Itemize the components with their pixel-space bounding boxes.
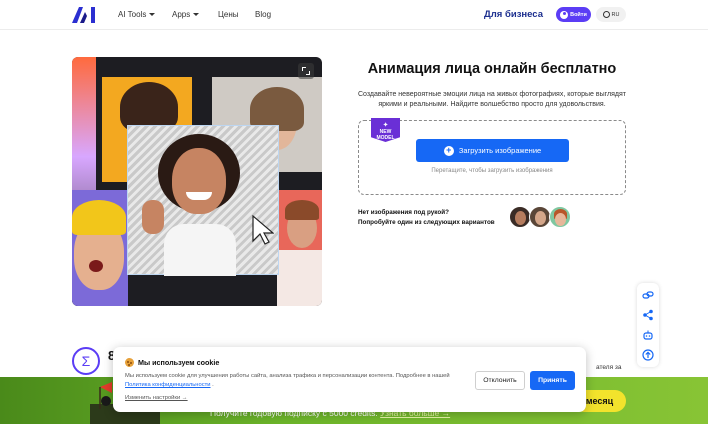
- cookie-description: Мы используем cookie для улучшения работ…: [125, 372, 465, 390]
- main-face-photo: [127, 125, 279, 276]
- language-selector[interactable]: RU: [596, 7, 626, 22]
- sample-prompt: Нет изображения под рукой? Попробуйте од…: [358, 208, 495, 228]
- user-icon: [560, 10, 569, 19]
- side-toolbar: [637, 283, 659, 367]
- plus-icon: +: [443, 145, 454, 156]
- upload-label: Загрузить изображение: [458, 146, 542, 155]
- upload-image-button[interactable]: + Загрузить изображение: [416, 139, 569, 162]
- drag-hint: Перетащите, чтобы загрузить изображения: [431, 168, 553, 174]
- nav-apps[interactable]: Apps: [172, 10, 200, 19]
- arrow-up-icon[interactable]: [642, 349, 654, 361]
- sample-prompt-line-2: Попробуйте один из следующих вариантов: [358, 219, 495, 226]
- page-subtitle: Создавайте невероятные эмоции лица на жи…: [358, 91, 626, 108]
- cookie-settings-link[interactable]: Изменить настройки →: [125, 395, 188, 401]
- stat-side-text: ателя за: [596, 364, 622, 371]
- hero-image: [72, 57, 322, 306]
- site-logo[interactable]: [72, 7, 98, 23]
- language-label: RU: [611, 11, 620, 18]
- chevron-down-icon: [149, 13, 156, 16]
- sample-image-3[interactable]: [549, 206, 571, 228]
- sigma-icon: Σ: [72, 347, 100, 375]
- nav-pricing[interactable]: Цены: [218, 10, 239, 19]
- cookie-icon: [125, 358, 134, 367]
- login-button[interactable]: Войти: [556, 7, 591, 22]
- cookie-title: Мы используем cookie: [125, 358, 219, 367]
- link-icon[interactable]: [642, 289, 654, 301]
- collage-tile: [72, 190, 128, 306]
- nav-apps-label: Apps: [172, 10, 191, 19]
- cookie-title-text: Мы используем cookie: [138, 358, 220, 367]
- chevron-down-icon: [193, 13, 200, 16]
- sample-image-1[interactable]: [509, 206, 531, 228]
- cookie-description-end: .: [212, 382, 214, 388]
- sample-image-2[interactable]: [529, 206, 551, 228]
- business-link[interactable]: Для бизнеса: [484, 9, 543, 20]
- nav-pricing-label: Цены: [218, 10, 239, 19]
- nav-blog[interactable]: Blog: [255, 10, 271, 19]
- top-header: AI Tools Apps Цены Blog Для бизнеса Войт…: [0, 0, 708, 30]
- nav-ai-tools-label: AI Tools: [118, 10, 147, 19]
- login-label: Войти: [570, 11, 587, 18]
- nav-ai-tools[interactable]: AI Tools: [118, 10, 156, 19]
- privacy-policy-link[interactable]: Политика конфиденциальности: [125, 382, 211, 388]
- share-icon[interactable]: [642, 309, 654, 321]
- cookie-banner: Мы используем cookie Мы используем cooki…: [113, 347, 586, 412]
- nav-blog-label: Blog: [255, 10, 272, 19]
- fullscreen-icon[interactable]: [298, 63, 314, 79]
- cursor-icon: [252, 215, 274, 245]
- collage-tile: [277, 190, 322, 306]
- robot-icon[interactable]: [642, 329, 654, 341]
- sample-prompt-line-1: Нет изображения под рукой?: [358, 209, 449, 216]
- cookie-description-text: Мы используем cookie для улучшения работ…: [125, 373, 450, 379]
- page-title: Анимация лица онлайн бесплатно: [367, 61, 617, 77]
- new-model-badge: ✦ NEW MODEL: [371, 118, 400, 142]
- accept-cookies-button[interactable]: Принять: [530, 371, 575, 390]
- globe-icon: [602, 11, 610, 18]
- reject-cookies-button[interactable]: Отклонить: [475, 371, 525, 390]
